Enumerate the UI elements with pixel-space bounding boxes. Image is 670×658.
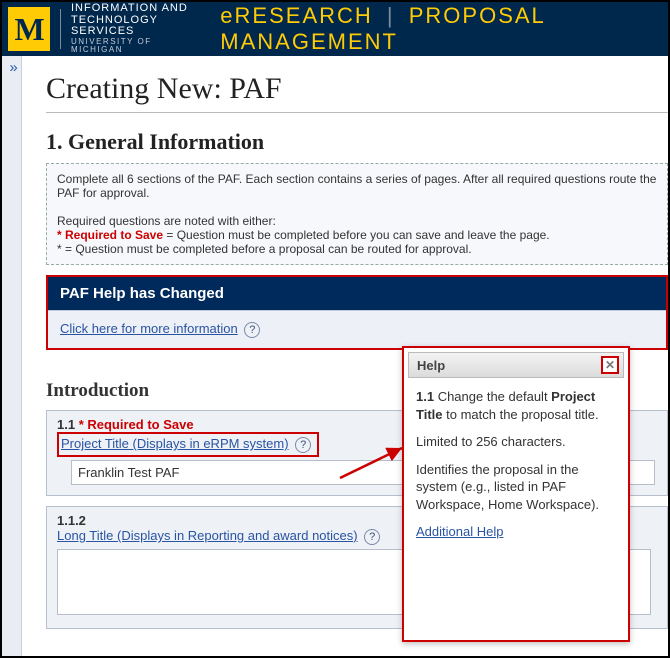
help-line2: Limited to 256 characters.: [416, 433, 616, 451]
help-icon[interactable]: ?: [244, 322, 260, 338]
instructions-star-line: * = Question must be completed before a …: [57, 242, 657, 256]
paf-help-more-info-link[interactable]: Click here for more information: [60, 321, 238, 336]
additional-help-link[interactable]: Additional Help: [416, 524, 503, 539]
q11-label-highlight: Project Title (Displays in eRPM system) …: [57, 432, 319, 457]
q11-required: * Required to Save: [79, 417, 194, 432]
project-title-link[interactable]: Project Title (Displays in eRPM system): [61, 436, 289, 451]
req-save-rest: = Question must be completed before you …: [166, 228, 549, 242]
help-line3: Identifies the proposal in the system (e…: [416, 461, 616, 514]
help-popup-title: Help: [417, 358, 445, 373]
brand-sep: |: [387, 3, 395, 28]
help-popup-body: 1.1 Change the default Project Title to …: [404, 382, 628, 557]
t: Change the default: [434, 389, 551, 404]
instructions-p2: Required questions are noted with either…: [57, 214, 657, 228]
instructions-req-save: * Required to Save = Question must be co…: [57, 228, 657, 242]
its-label: INFORMATION AND TECHNOLOGY SERVICES UNIV…: [71, 3, 206, 54]
its-line2: TECHNOLOGY SERVICES: [71, 15, 206, 38]
um-logo: M: [8, 7, 50, 51]
left-sidebar: »: [2, 56, 22, 656]
paf-help-body: Click here for more information ?: [48, 310, 666, 348]
paf-help-header: PAF Help has Changed: [48, 277, 666, 310]
close-icon[interactable]: ✕: [601, 356, 619, 374]
app-header: M INFORMATION AND TECHNOLOGY SERVICES UN…: [2, 2, 668, 56]
help-icon[interactable]: ?: [295, 437, 311, 453]
q11-number: 1.1: [57, 417, 75, 432]
t: to match the proposal title.: [443, 407, 599, 422]
help-icon[interactable]: ?: [364, 529, 380, 545]
page-title: Creating New: PAF: [46, 72, 668, 106]
section-heading: 1. General Information: [46, 129, 668, 155]
help-popup: Help ✕ 1.1 Change the default Project Ti…: [402, 346, 630, 642]
expand-sidebar-icon[interactable]: »: [2, 60, 21, 75]
help-line1: 1.1 Change the default Project Title to …: [416, 388, 616, 423]
instructions-p1: Complete all 6 sections of the PAF. Each…: [57, 172, 657, 200]
divider: [60, 9, 61, 49]
divider: [46, 112, 668, 113]
paf-help-changed-box: PAF Help has Changed Click here for more…: [46, 275, 668, 350]
banner-title: eRESEARCH | PROPOSAL MANAGEMENT: [220, 3, 668, 55]
req-save-label: * Required to Save: [57, 228, 163, 242]
long-title-link[interactable]: Long Title (Displays in Reporting and aw…: [57, 528, 358, 543]
help-qnum: 1.1: [416, 389, 434, 404]
brand-left: eRESEARCH: [220, 3, 372, 28]
instructions-panel: Complete all 6 sections of the PAF. Each…: [46, 163, 668, 265]
its-line3: UNIVERSITY OF MICHIGAN: [71, 38, 206, 55]
help-popup-header: Help ✕: [408, 352, 624, 378]
